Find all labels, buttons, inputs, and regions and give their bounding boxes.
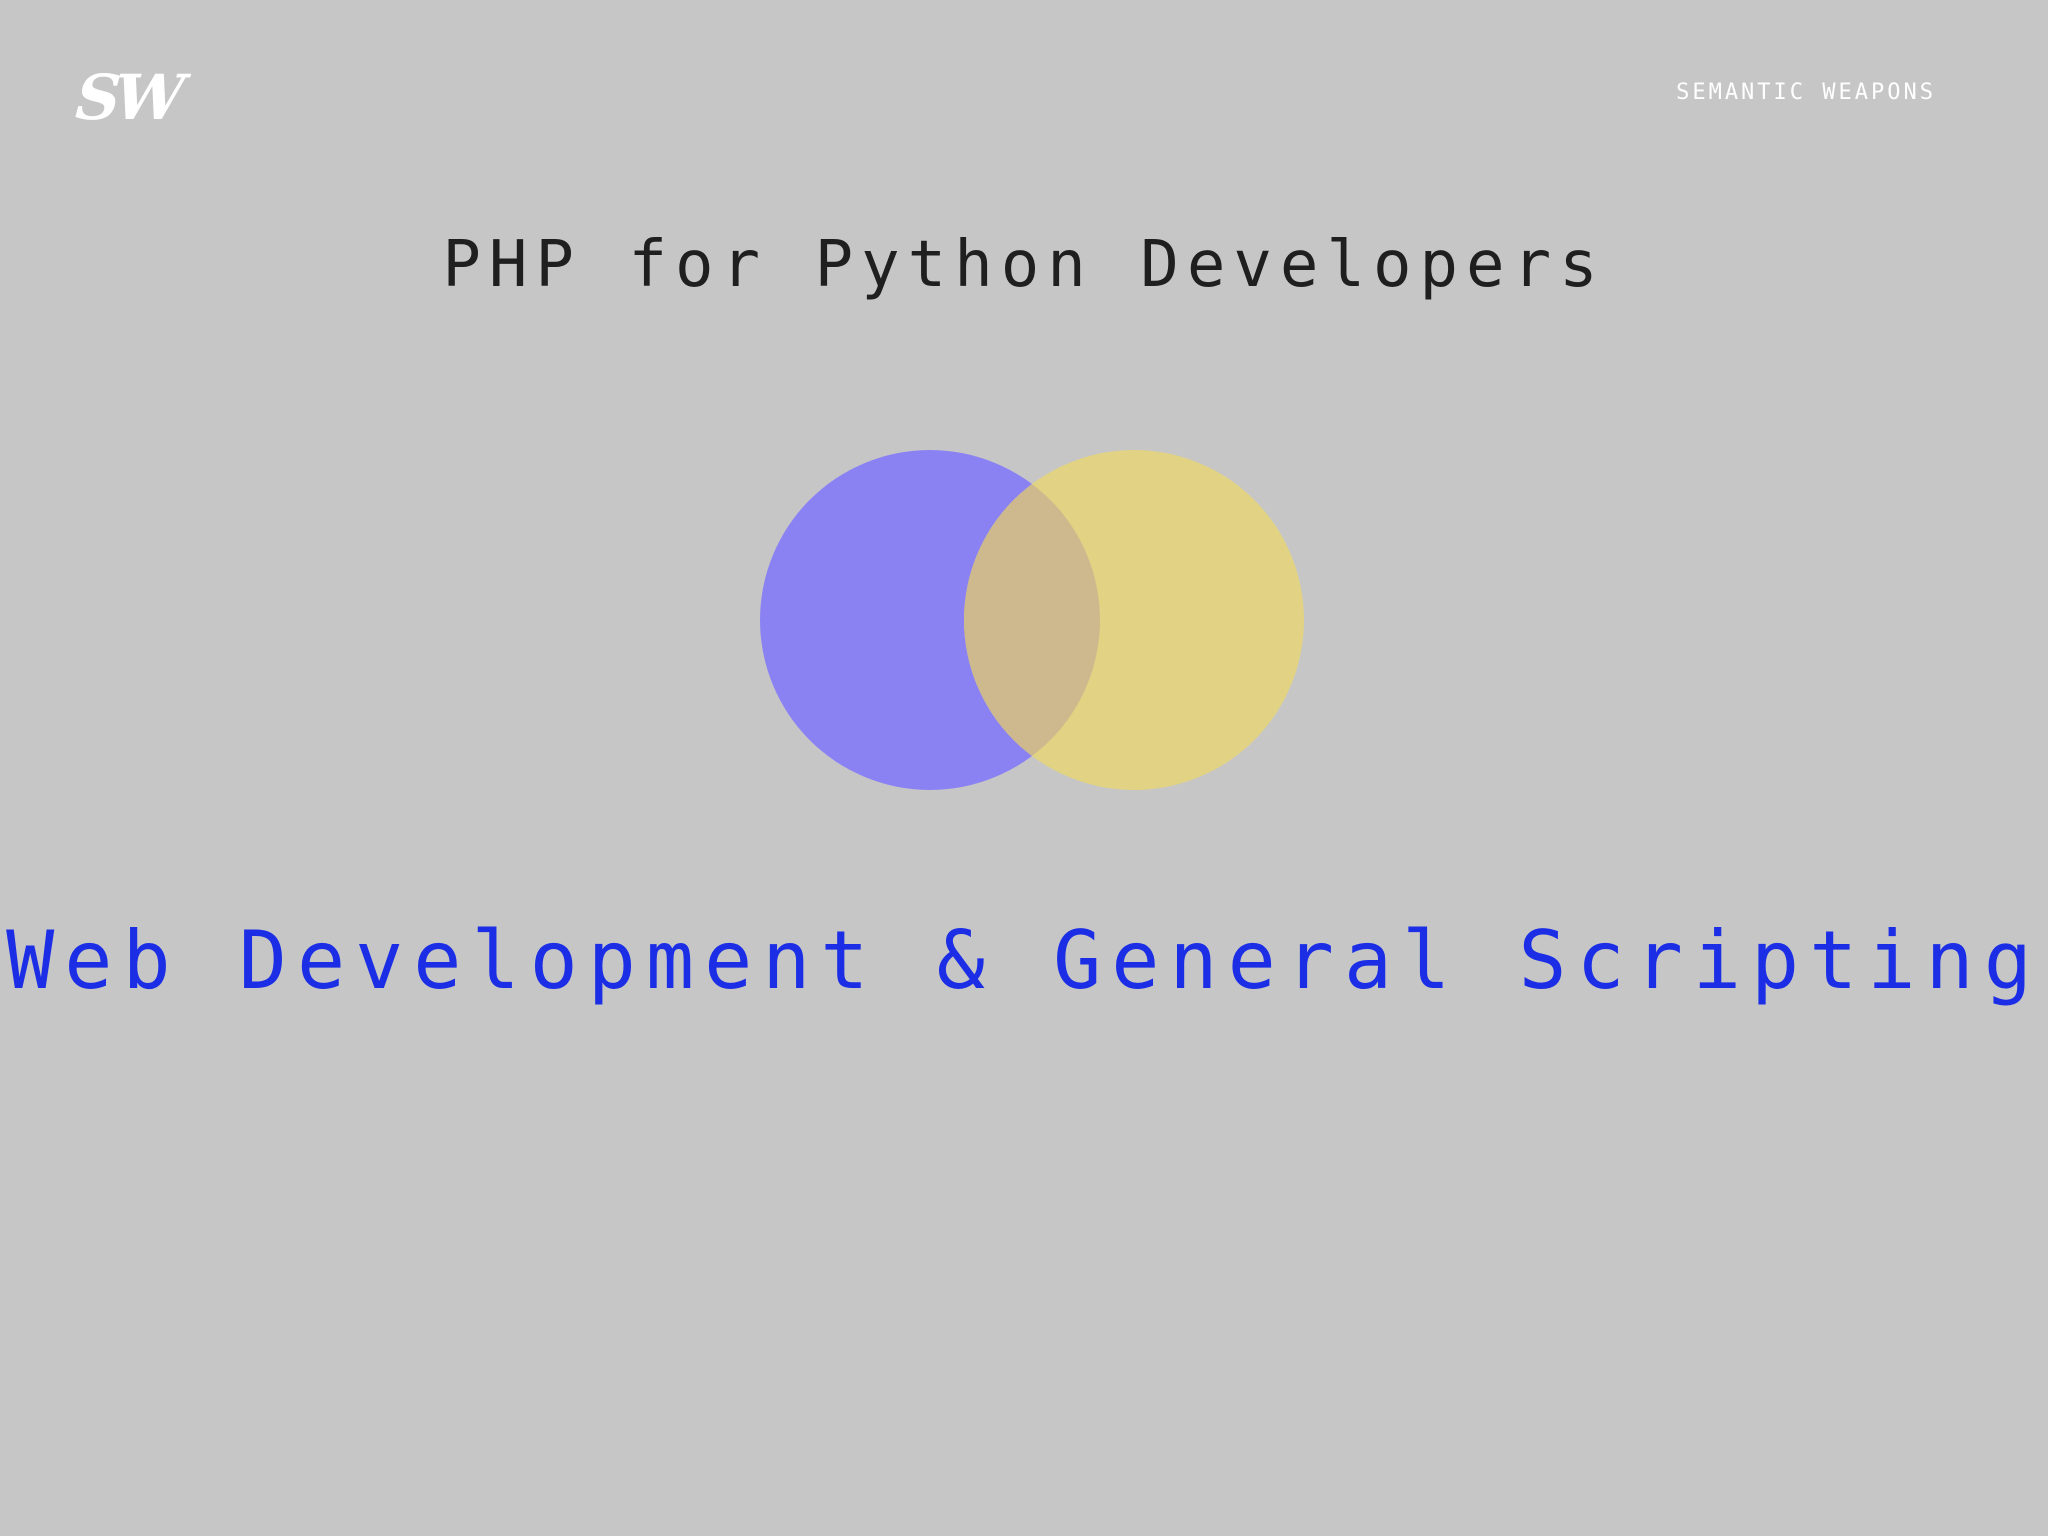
slide-subtitle: Web Development & General Scripting (6, 914, 2042, 1007)
venn-diagram (760, 450, 1304, 790)
slide-title: PHP for Python Developers (442, 228, 1606, 302)
brand-name[interactable]: SEMANTIC WEAPONS (1676, 80, 1936, 105)
sw-logo[interactable]: SW (73, 61, 190, 134)
